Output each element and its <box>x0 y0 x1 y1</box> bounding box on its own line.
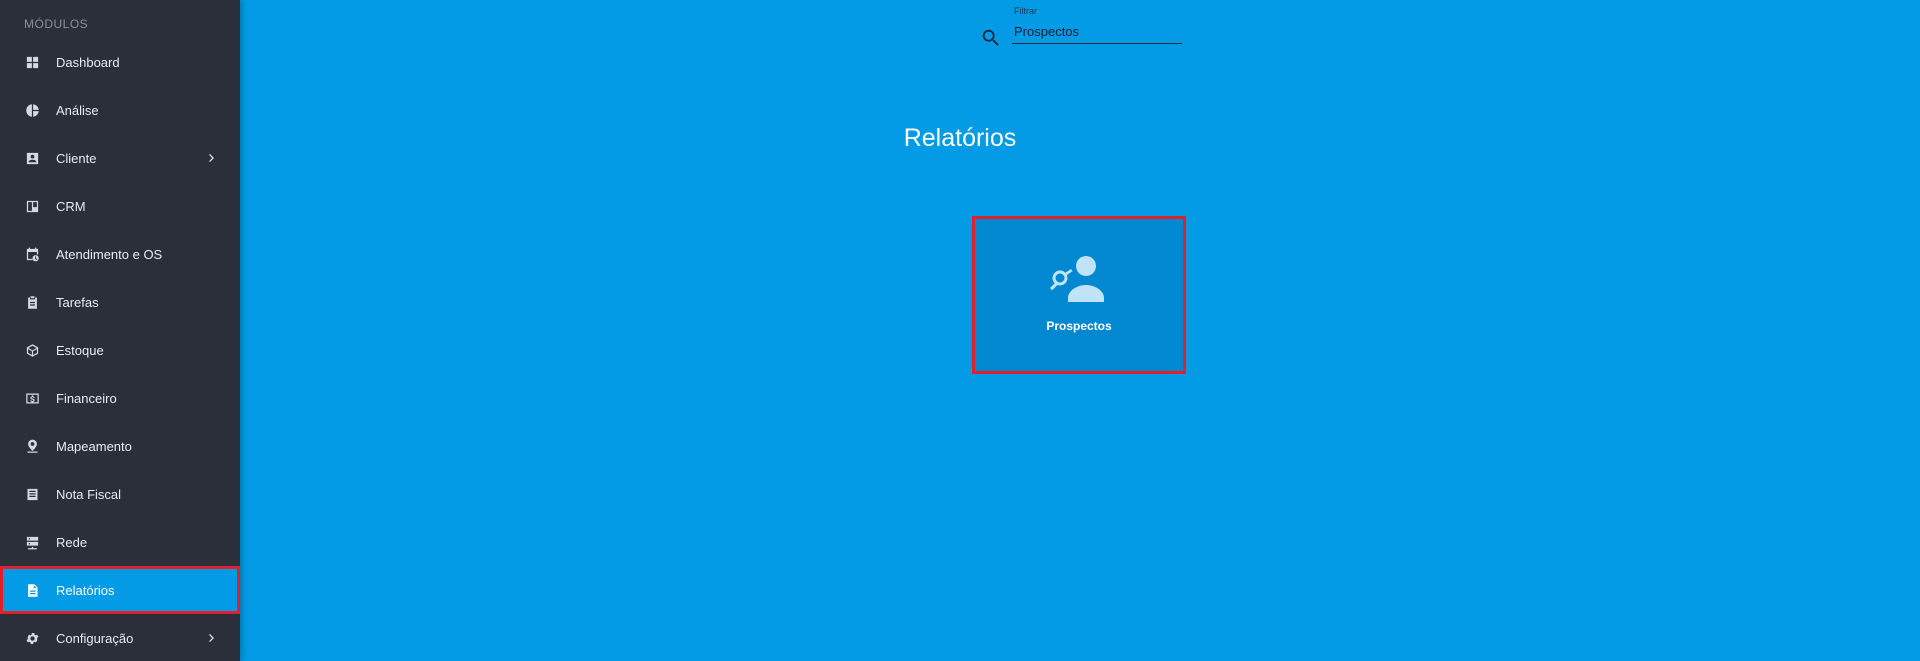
sidebar-item-nota-fiscal[interactable]: Nota Fiscal <box>0 470 240 518</box>
sidebar-item-label: Mapeamento <box>56 438 132 454</box>
sidebar-item-relatorios[interactable]: Relatórios <box>0 566 240 614</box>
filter-input[interactable] <box>1012 18 1182 44</box>
receipt-icon <box>24 486 40 502</box>
filter-label: Filtrar <box>1014 6 1037 16</box>
sidebar-item-label: Dashboard <box>56 54 120 70</box>
report-card-label: Prospectos <box>1046 319 1112 333</box>
calendar-clock-icon <box>24 246 40 262</box>
prospect-search-user-icon <box>1048 254 1110 304</box>
sidebar-item-label: Estoque <box>56 342 104 358</box>
gear-icon <box>24 630 40 646</box>
chevron-right-icon <box>204 630 220 646</box>
package-icon <box>24 342 40 358</box>
pie-chart-icon <box>24 102 40 118</box>
sidebar-item-crm[interactable]: CRM <box>0 182 240 230</box>
sidebar-item-label: Relatórios <box>56 582 115 598</box>
sidebar-item-label: CRM <box>56 198 86 214</box>
sidebar-item-label: Rede <box>56 534 88 550</box>
sidebar-item-label: Nota Fiscal <box>56 486 122 502</box>
sidebar-item-atendimento[interactable]: Atendimento e OS <box>0 230 240 278</box>
clipboard-icon <box>24 294 40 310</box>
sidebar-item-label: Configuração <box>56 630 134 646</box>
filter-field: Filtrar <box>1012 6 1184 44</box>
sidebar-item-dashboard[interactable]: Dashboard <box>0 38 240 86</box>
document-icon <box>24 582 40 598</box>
dashboard-icon <box>24 54 40 70</box>
trello-board-icon <box>24 198 40 214</box>
page-title: Relatórios <box>903 124 1017 152</box>
sidebar-item-label: Análise <box>56 102 99 118</box>
sidebar-item-label: Tarefas <box>56 294 99 310</box>
sidebar-item-label: Atendimento e OS <box>56 246 163 262</box>
sidebar: MÓDULOS Dashboard Análise Cliente CRM At… <box>0 0 240 661</box>
sidebar-item-mapeamento[interactable]: Mapeamento <box>0 422 240 470</box>
report-card-prospectos[interactable]: Prospectos <box>972 216 1186 374</box>
search-icon[interactable] <box>980 27 1002 49</box>
sidebar-section-title: MÓDULOS <box>24 17 89 31</box>
sidebar-item-estoque[interactable]: Estoque <box>0 326 240 374</box>
money-icon <box>24 390 40 406</box>
server-icon <box>24 534 40 550</box>
sidebar-item-tarefas[interactable]: Tarefas <box>0 278 240 326</box>
sidebar-item-configuracao[interactable]: Configuração <box>0 614 240 661</box>
map-pin-icon <box>24 438 40 454</box>
sidebar-item-financeiro[interactable]: Financeiro <box>0 374 240 422</box>
sidebar-item-label: Financeiro <box>56 390 117 406</box>
sidebar-item-rede[interactable]: Rede <box>0 518 240 566</box>
